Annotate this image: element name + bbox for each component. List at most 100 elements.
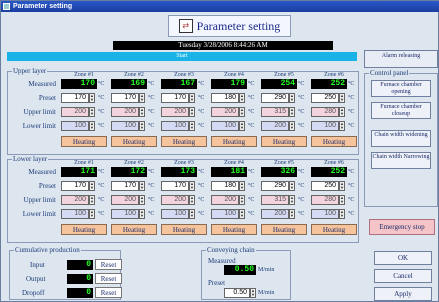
preset-spinner[interactable]: ▲ ▼: [239, 93, 245, 103]
preset-input[interactable]: 180: [211, 181, 239, 191]
cancel-button[interactable]: Cancel: [374, 269, 432, 283]
conveying-preset-input[interactable]: 0.50: [224, 288, 250, 298]
chain-widening-button[interactable]: Chain width widening: [371, 130, 431, 147]
preset-input[interactable]: 250: [311, 93, 339, 103]
upper-limit-input[interactable]: 200: [161, 195, 189, 205]
upper-limit-input[interactable]: 200: [211, 107, 239, 117]
lower-limit-input[interactable]: 100: [111, 121, 139, 131]
heating-button[interactable]: Heating: [161, 224, 207, 235]
heating-button[interactable]: Heating: [111, 224, 157, 235]
ok-button[interactable]: OK: [374, 251, 432, 265]
dropoff-reset-button[interactable]: Reset: [95, 287, 122, 298]
heating-button[interactable]: Heating: [261, 136, 307, 147]
apply-button[interactable]: Apply: [374, 287, 432, 301]
conveying-preset-spinner[interactable]: ▲ ▼: [250, 288, 256, 298]
upper-limit-spinner[interactable]: ▲ ▼: [289, 195, 295, 205]
lower-limit-input[interactable]: 200: [261, 209, 289, 219]
heating-button[interactable]: Heating: [61, 224, 107, 235]
lower-limit-spinner[interactable]: ▲ ▼: [339, 209, 345, 219]
lower-limit-spinner[interactable]: ▲ ▼: [89, 121, 95, 131]
lower-limit-input[interactable]: 100: [161, 121, 189, 131]
lower-limit-spinner[interactable]: ▲ ▼: [139, 209, 145, 219]
lower-limit-spinner[interactable]: ▲ ▼: [339, 121, 345, 131]
upper-limit-spinner[interactable]: ▲ ▼: [89, 195, 95, 205]
alarm-releasing-button[interactable]: Alarm releasing: [364, 50, 438, 68]
upper-limit-input[interactable]: 315: [261, 107, 289, 117]
preset-input[interactable]: 170: [161, 93, 189, 103]
preset-spinner[interactable]: ▲ ▼: [89, 181, 95, 191]
preset-input[interactable]: 290: [261, 93, 289, 103]
upper-limit-spinner[interactable]: ▲ ▼: [89, 107, 95, 117]
lower-limit-input[interactable]: 100: [211, 209, 239, 219]
furnace-closeup-button[interactable]: Furnace chamber closeup: [371, 102, 431, 119]
heating-button[interactable]: Heating: [111, 136, 157, 147]
heating-button[interactable]: Heating: [61, 136, 107, 147]
lower-limit-spinner[interactable]: ▲ ▼: [189, 121, 195, 131]
lower-limit-input[interactable]: 100: [61, 209, 89, 219]
heating-button[interactable]: Heating: [261, 224, 307, 235]
lower-limit-spinner[interactable]: ▲ ▼: [189, 209, 195, 219]
lower-limit-input[interactable]: 100: [161, 209, 189, 219]
upper-limit-input[interactable]: 200: [61, 107, 89, 117]
temp-unit: °C: [248, 169, 255, 175]
upper-limit-input[interactable]: 200: [161, 107, 189, 117]
lower-limit-input[interactable]: 100: [311, 209, 339, 219]
lower-limit-spinner[interactable]: ▲ ▼: [239, 121, 245, 131]
lower-limit-input[interactable]: 100: [111, 209, 139, 219]
upper-limit-spinner[interactable]: ▲ ▼: [239, 107, 245, 117]
preset-input[interactable]: 170: [111, 181, 139, 191]
upper-limit-spinner[interactable]: ▲ ▼: [289, 107, 295, 117]
upper-limit-input[interactable]: 200: [111, 195, 139, 205]
preset-spinner[interactable]: ▲ ▼: [289, 93, 295, 103]
preset-input[interactable]: 170: [61, 93, 89, 103]
lower-limit-spinner[interactable]: ▲ ▼: [289, 121, 295, 131]
output-reset-button[interactable]: Reset: [95, 273, 122, 284]
lower-limit-spinner[interactable]: ▲ ▼: [89, 209, 95, 219]
upper-limit-spinner[interactable]: ▲ ▼: [139, 195, 145, 205]
preset-spinner[interactable]: ▲ ▼: [339, 93, 345, 103]
upper-limit-input[interactable]: 315: [261, 195, 289, 205]
upper-limit-input[interactable]: 280: [311, 107, 339, 117]
temp-unit: °C: [348, 123, 355, 129]
preset-input[interactable]: 180: [211, 93, 239, 103]
preset-spinner[interactable]: ▲ ▼: [89, 93, 95, 103]
chain-narrowing-button[interactable]: Chain width Narrowing: [371, 152, 431, 169]
upper-limit-input[interactable]: 200: [211, 195, 239, 205]
heating-button[interactable]: Heating: [311, 224, 357, 235]
upper-limit-input[interactable]: 200: [61, 195, 89, 205]
heating-button[interactable]: Heating: [211, 224, 257, 235]
preset-spinner[interactable]: ▲ ▼: [239, 181, 245, 191]
heating-button[interactable]: Heating: [211, 136, 257, 147]
upper-limit-spinner[interactable]: ▲ ▼: [339, 195, 345, 205]
upper-limit-input[interactable]: 200: [111, 107, 139, 117]
preset-spinner[interactable]: ▲ ▼: [339, 181, 345, 191]
preset-spinner[interactable]: ▲ ▼: [139, 93, 145, 103]
preset-spinner[interactable]: ▲ ▼: [289, 181, 295, 191]
preset-spinner[interactable]: ▲ ▼: [189, 93, 195, 103]
input-reset-button[interactable]: Reset: [95, 259, 122, 270]
furnace-opening-button[interactable]: Furnace chamber opening: [371, 80, 431, 97]
preset-spinner[interactable]: ▲ ▼: [139, 181, 145, 191]
upper-limit-input[interactable]: 280: [311, 195, 339, 205]
preset-input[interactable]: 250: [311, 181, 339, 191]
heating-button[interactable]: Heating: [311, 136, 357, 147]
preset-input[interactable]: 170: [111, 93, 139, 103]
preset-input[interactable]: 170: [61, 181, 89, 191]
lower-limit-input[interactable]: 100: [311, 121, 339, 131]
preset-input[interactable]: 290: [261, 181, 289, 191]
upper-limit-spinner[interactable]: ▲ ▼: [239, 195, 245, 205]
lower-limit-input[interactable]: 200: [261, 121, 289, 131]
lower-limit-input[interactable]: 100: [61, 121, 89, 131]
lower-limit-spinner[interactable]: ▲ ▼: [239, 209, 245, 219]
emergency-stop-button[interactable]: Emergency stop: [369, 219, 435, 235]
upper-limit-spinner[interactable]: ▲ ▼: [189, 195, 195, 205]
preset-input[interactable]: 170: [161, 181, 189, 191]
preset-spinner[interactable]: ▲ ▼: [189, 181, 195, 191]
upper-limit-spinner[interactable]: ▲ ▼: [189, 107, 195, 117]
lower-limit-spinner[interactable]: ▲ ▼: [289, 209, 295, 219]
lower-limit-input[interactable]: 100: [211, 121, 239, 131]
lower-limit-spinner[interactable]: ▲ ▼: [139, 121, 145, 131]
heating-button[interactable]: Heating: [161, 136, 207, 147]
upper-limit-spinner[interactable]: ▲ ▼: [339, 107, 345, 117]
upper-limit-spinner[interactable]: ▲ ▼: [139, 107, 145, 117]
